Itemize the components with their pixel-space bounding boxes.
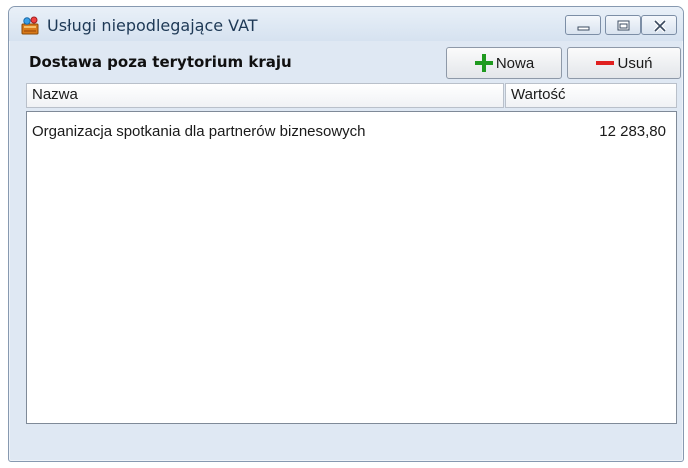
title-bar[interactable]: Usługi niepodlegające VAT	[9, 7, 683, 41]
plus-icon	[474, 54, 493, 72]
section-heading: Dostawa poza terytorium kraju	[29, 53, 292, 71]
delete-button-label: Usuń	[617, 54, 653, 72]
maximize-button[interactable]	[605, 15, 641, 35]
minus-icon	[596, 61, 615, 65]
delete-button[interactable]: Usuń	[567, 47, 681, 79]
minimize-button[interactable]	[565, 15, 601, 35]
row-value-cell: 12 283,80	[599, 123, 666, 140]
services-list[interactable]: Organizacja spotkania dla partnerów bizn…	[26, 111, 677, 424]
column-header-value[interactable]: Wartość	[505, 83, 677, 108]
maximize-icon	[617, 20, 630, 31]
minimize-icon	[577, 26, 590, 31]
new-button[interactable]: Nowa	[446, 47, 562, 79]
close-button[interactable]	[641, 15, 677, 35]
table-row[interactable]: Organizacja spotkania dla partnerów bizn…	[27, 120, 676, 142]
column-header-name[interactable]: Nazwa	[26, 83, 504, 108]
dialog-window: Usługi niepodlegające VAT Dostawa poza t…	[8, 6, 684, 462]
new-button-label: Nowa	[495, 54, 535, 72]
close-icon	[653, 19, 667, 33]
window-title: Usługi niepodlegające VAT	[47, 16, 258, 35]
app-icon	[20, 15, 41, 36]
row-name-cell: Organizacja spotkania dla partnerów bizn…	[32, 123, 366, 140]
